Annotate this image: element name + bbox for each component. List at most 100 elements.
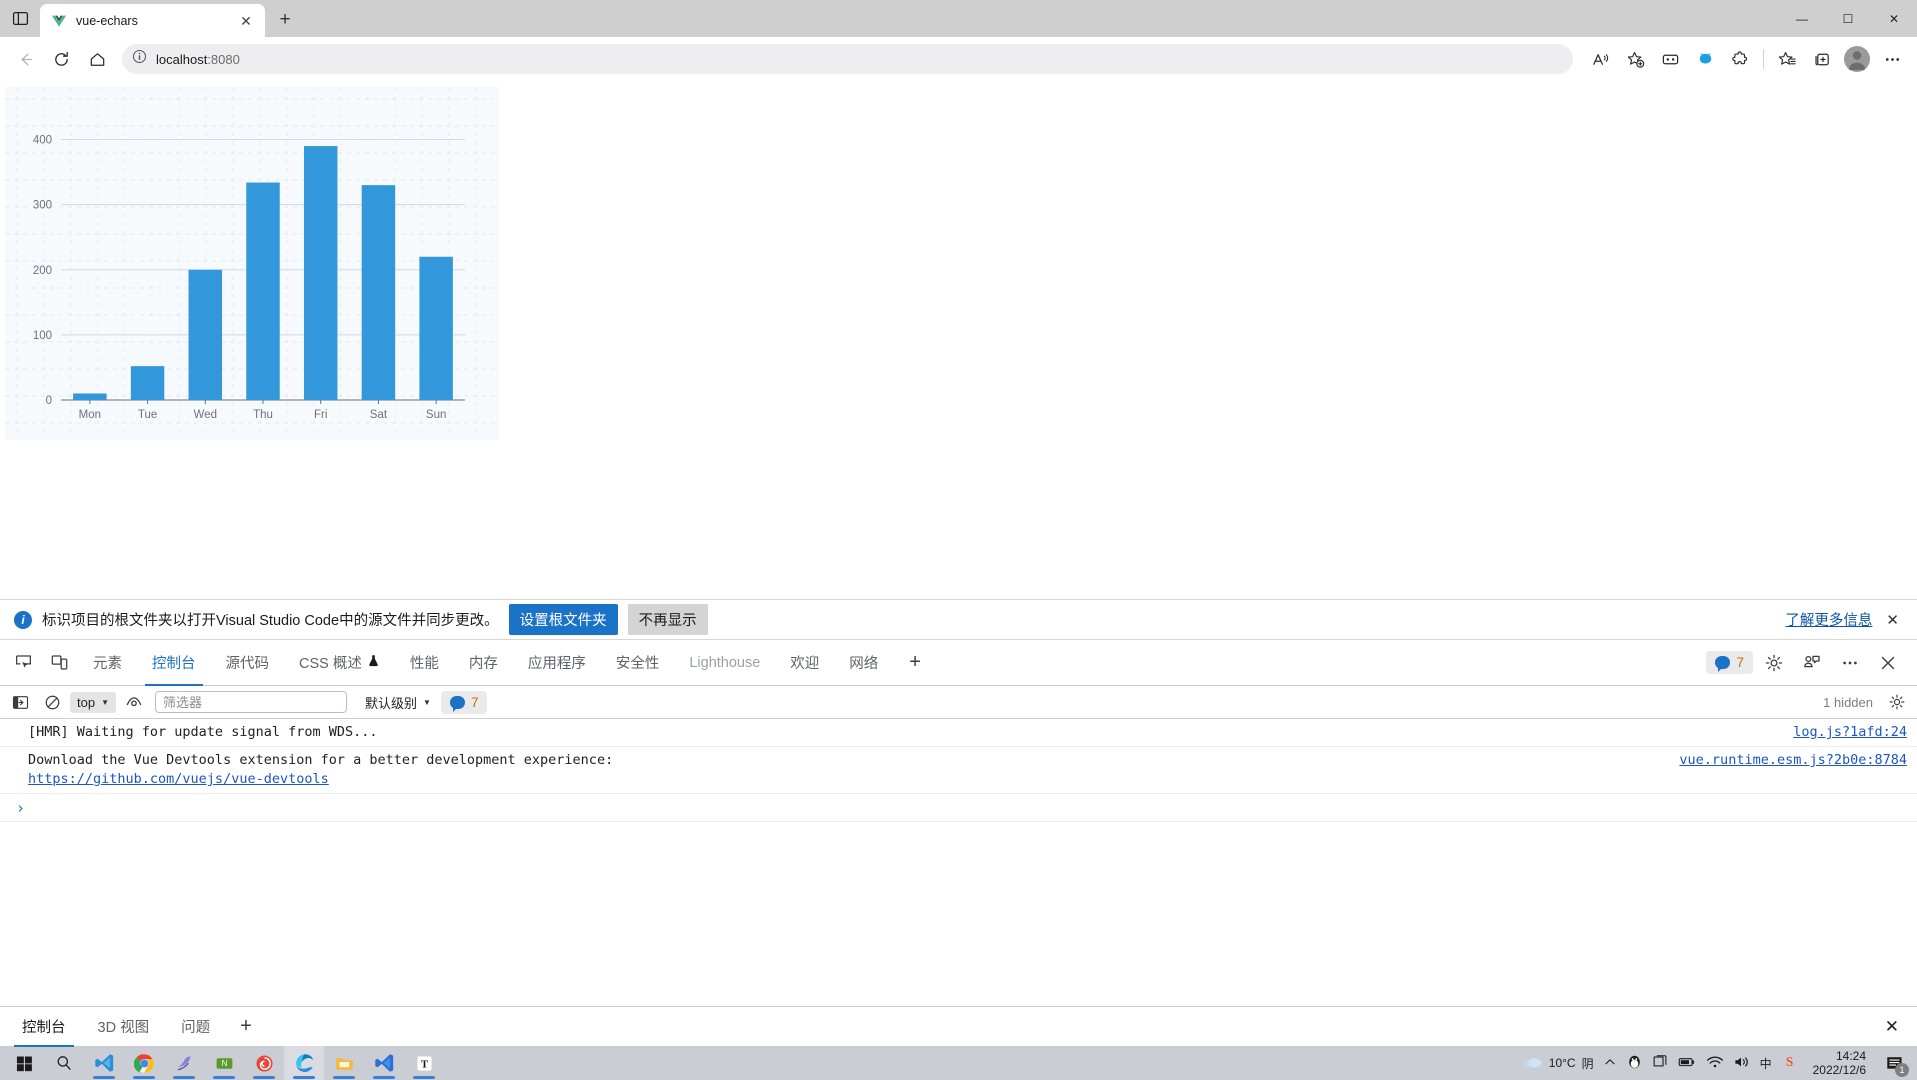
- chart-bar-Tue[interactable]: [130, 366, 165, 400]
- vscode-insiders-icon[interactable]: [84, 1046, 124, 1080]
- qq-icon[interactable]: [1626, 1053, 1643, 1073]
- file-explorer-icon[interactable]: [324, 1046, 364, 1080]
- clear-console-icon[interactable]: [38, 689, 66, 715]
- devtools-close-icon[interactable]: [1871, 646, 1905, 680]
- chart-bar-Wed[interactable]: [188, 269, 223, 400]
- add-favorite-icon[interactable]: [1618, 42, 1652, 76]
- avatar[interactable]: [1844, 46, 1870, 72]
- maximize-icon[interactable]: ☐: [1825, 0, 1871, 37]
- start-button[interactable]: [4, 1046, 44, 1080]
- console-message-source-link[interactable]: log.js?1afd:24: [1777, 723, 1907, 742]
- show-hidden-icons-chevron-icon[interactable]: [1603, 1055, 1617, 1072]
- clock-time: 14:24: [1835, 1049, 1866, 1063]
- favorites-icon[interactable]: [1770, 42, 1804, 76]
- x-axis-tick-label: Tue: [138, 409, 157, 421]
- devtools-tab-5[interactable]: 内存: [454, 640, 513, 686]
- collections-icon[interactable]: [1805, 42, 1839, 76]
- console-sidebar-toggle-icon[interactable]: [6, 689, 34, 715]
- console-message-badge[interactable]: 7: [440, 690, 488, 714]
- more-options-icon[interactable]: [1833, 646, 1867, 680]
- devtools-tab-9[interactable]: 欢迎: [775, 640, 834, 686]
- console-message[interactable]: Download the Vue Devtools extension for …: [0, 747, 1917, 794]
- minimize-icon[interactable]: —: [1779, 0, 1825, 37]
- drawer-tab-0[interactable]: 控制台: [6, 1007, 82, 1047]
- devtools-tab-7[interactable]: 安全性: [601, 640, 675, 686]
- inspect-element-icon[interactable]: [6, 646, 40, 680]
- echarts-bar-chart[interactable]: 0 100 200 300 400 Mon Tue Wed Thu Fri Sat Sun: [3, 85, 501, 442]
- drawer-add-button[interactable]: +: [226, 1015, 266, 1038]
- node-icon[interactable]: N: [204, 1046, 244, 1080]
- execution-context-select[interactable]: top ▼: [70, 691, 116, 713]
- navicat-icon[interactable]: [164, 1046, 204, 1080]
- console-message-source-link[interactable]: vue.runtime.esm.js?2b0e:8784: [1663, 751, 1907, 770]
- window-close-icon[interactable]: ✕: [1871, 0, 1917, 37]
- learn-more-link[interactable]: 了解更多信息: [1785, 609, 1872, 630]
- device-toolbar-icon[interactable]: [42, 646, 76, 680]
- task-view-icon[interactable]: [1652, 1054, 1668, 1073]
- wifi-icon[interactable]: [1706, 1055, 1724, 1072]
- profile-button[interactable]: [1840, 42, 1874, 76]
- weather-widget[interactable]: 10°C 阴: [1521, 1054, 1594, 1073]
- clock[interactable]: 14:24 2022/12/6: [1807, 1049, 1872, 1077]
- console-message-list[interactable]: [HMR] Waiting for update signal from WDS…: [0, 719, 1917, 1006]
- devtools-tab-1[interactable]: 控制台: [137, 640, 211, 686]
- vscode-icon[interactable]: [364, 1046, 404, 1080]
- dont-show-again-button[interactable]: 不再显示: [627, 604, 708, 635]
- x-axis-tick-label: Fri: [314, 409, 327, 421]
- reload-icon[interactable]: [44, 42, 78, 76]
- chart-bar-Mon[interactable]: [73, 393, 107, 400]
- tab-actions-button[interactable]: [0, 0, 40, 37]
- browser-tab-vue-echars[interactable]: vue-echars ✕: [40, 4, 265, 37]
- battery-icon[interactable]: [1677, 1055, 1697, 1072]
- console-filter-input[interactable]: [155, 691, 347, 713]
- address-bar[interactable]: localhost:8080: [122, 44, 1573, 74]
- home-icon[interactable]: [80, 42, 114, 76]
- chrome-icon[interactable]: [124, 1046, 164, 1080]
- devtools-tab-2[interactable]: 源代码: [211, 640, 285, 686]
- volume-icon[interactable]: [1733, 1055, 1751, 1072]
- ime-indicator[interactable]: 中: [1760, 1055, 1772, 1072]
- set-root-folder-button[interactable]: 设置根文件夹: [508, 604, 618, 635]
- live-expression-icon[interactable]: [120, 689, 148, 715]
- close-icon[interactable]: ✕: [235, 10, 257, 32]
- drawer-close-icon[interactable]: ✕: [1873, 1017, 1911, 1037]
- split-screen-icon[interactable]: [1653, 42, 1687, 76]
- drawer-tab-1[interactable]: 3D 视图: [82, 1007, 166, 1047]
- devtools-tab-3[interactable]: CSS 概述: [284, 640, 395, 686]
- chart-bar-Sat[interactable]: [361, 185, 396, 400]
- back-icon[interactable]: [8, 42, 42, 76]
- chart-bar-Thu[interactable]: [246, 182, 280, 400]
- message-count-badge[interactable]: 7: [1706, 651, 1753, 674]
- redis-icon[interactable]: [244, 1046, 284, 1080]
- feedback-icon[interactable]: [1795, 646, 1829, 680]
- more-settings-icon[interactable]: [1875, 42, 1909, 76]
- gear-icon[interactable]: [1757, 646, 1791, 680]
- drawer-tab-2[interactable]: 问题: [165, 1007, 226, 1047]
- console-message[interactable]: [HMR] Waiting for update signal from WDS…: [0, 719, 1917, 747]
- new-tab-button[interactable]: +: [269, 4, 301, 36]
- console-settings-gear-icon[interactable]: [1883, 689, 1911, 715]
- typora-icon[interactable]: T: [404, 1046, 444, 1080]
- sogou-ime-icon[interactable]: S: [1781, 1053, 1798, 1073]
- chart-bar-Sun[interactable]: [419, 256, 453, 400]
- devtools-tab-4[interactable]: 性能: [395, 640, 454, 686]
- devtools-tab-8[interactable]: Lighthouse: [674, 640, 775, 686]
- console-message-link[interactable]: https://github.com/vuejs/vue-devtools: [28, 770, 1663, 789]
- log-level-select[interactable]: 默认级别 ▼: [359, 690, 437, 715]
- console-prompt[interactable]: ›: [0, 794, 1917, 822]
- devtools-tab-6[interactable]: 应用程序: [513, 640, 601, 686]
- notification-close-icon[interactable]: ✕: [1882, 611, 1903, 629]
- chart-bar-Fri[interactable]: [303, 146, 338, 400]
- firefox-extension-icon[interactable]: [1688, 42, 1722, 76]
- read-aloud-icon[interactable]: [1583, 42, 1617, 76]
- y-axis-tick-label: 200: [33, 265, 52, 277]
- edge-icon[interactable]: [284, 1046, 324, 1080]
- search-button[interactable]: [44, 1046, 84, 1080]
- add-panel-button[interactable]: +: [895, 651, 935, 674]
- site-info-icon[interactable]: [132, 49, 147, 69]
- devtools-tab-10[interactable]: 网络: [834, 640, 893, 686]
- extensions-icon[interactable]: [1723, 42, 1757, 76]
- notification-center-button[interactable]: 1: [1881, 1050, 1909, 1077]
- devtools-tab-0[interactable]: 元素: [78, 640, 137, 686]
- devtools-tab-label: 欢迎: [790, 656, 820, 672]
